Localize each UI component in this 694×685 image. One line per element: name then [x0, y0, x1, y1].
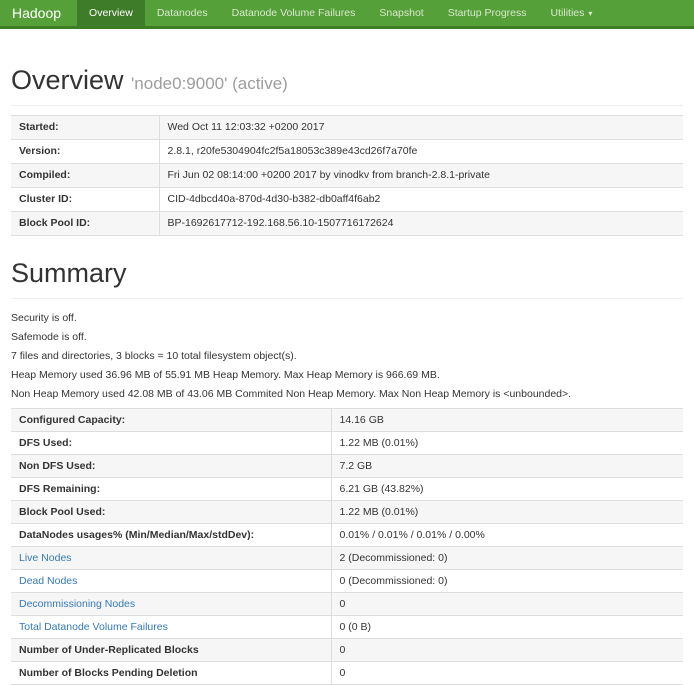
- row-label: Decommissioning Nodes: [11, 593, 331, 616]
- navbar-items: Overview Datanodes Datanode Volume Failure…: [77, 0, 604, 26]
- overview-heading: Overview 'node0:9000' (active): [11, 65, 683, 96]
- navbar-brand[interactable]: Hadoop: [0, 0, 77, 26]
- row-label: Compiled:: [11, 164, 159, 188]
- summary-table: Configured Capacity:14.16 GBDFS Used:1.2…: [11, 408, 683, 685]
- divider: [11, 105, 683, 106]
- table-row: Block Pool Used:1.22 MB (0.01%): [11, 501, 683, 524]
- tab-datanode-volume-failures[interactable]: Datanode Volume Failures: [220, 0, 368, 26]
- row-label: Version:: [11, 140, 159, 164]
- table-row: Started:Wed Oct 11 12:03:32 +0200 2017: [11, 116, 683, 140]
- tab-label: Snapshot: [379, 7, 423, 19]
- row-value: 0.01% / 0.01% / 0.01% / 0.00%: [331, 524, 683, 547]
- row-label: Configured Capacity:: [11, 409, 331, 432]
- table-row: DFS Used:1.22 MB (0.01%): [11, 432, 683, 455]
- row-value: 0: [331, 593, 683, 616]
- decommissioning-nodes-link[interactable]: Decommissioning Nodes: [19, 598, 135, 610]
- row-value: 14.16 GB: [331, 409, 683, 432]
- summary-heading: Summary: [11, 258, 683, 289]
- table-row: Compiled:Fri Jun 02 08:14:00 +0200 2017 …: [11, 164, 683, 188]
- main-content: Overview 'node0:9000' (active) Started:W…: [0, 65, 694, 685]
- row-value: 1.22 MB (0.01%): [331, 501, 683, 524]
- row-value: 0: [331, 639, 683, 662]
- table-row: Block Pool ID:BP-1692617712-192.168.56.1…: [11, 212, 683, 236]
- row-label: Number of Blocks Pending Deletion: [11, 662, 331, 685]
- table-row: Configured Capacity:14.16 GB: [11, 409, 683, 432]
- row-value: Fri Jun 02 08:14:00 +0200 2017 by vinodk…: [159, 164, 683, 188]
- row-label: Dead Nodes: [11, 570, 331, 593]
- row-value: 1.22 MB (0.01%): [331, 432, 683, 455]
- row-value: BP-1692617712-192.168.56.10-150771617262…: [159, 212, 683, 236]
- row-value: 7.2 GB: [331, 455, 683, 478]
- navbar: Hadoop Overview Datanodes Datanode Volume …: [0, 0, 694, 29]
- row-label: Number of Under-Replicated Blocks: [11, 639, 331, 662]
- row-label: Block Pool Used:: [11, 501, 331, 524]
- table-row: Total Datanode Volume Failures 0 (0 B): [11, 616, 683, 639]
- row-value: 0 (Decommissioned: 0): [331, 570, 683, 593]
- summary-note: Heap Memory used 36.96 MB of 55.91 MB He…: [11, 370, 683, 381]
- row-label: Live Nodes: [11, 547, 331, 570]
- namenode-address: 'node0:9000' (active): [131, 74, 288, 93]
- row-label: DFS Remaining:: [11, 478, 331, 501]
- table-row: Dead Nodes 0 (Decommissioned: 0): [11, 570, 683, 593]
- tab-utilities[interactable]: Utilities▾: [539, 0, 605, 26]
- row-value: 2.8.1, r20fe5304904fc2f5a18053c389e43cd2…: [159, 140, 683, 164]
- summary-notes: Security is off. Safemode is off. 7 files …: [11, 313, 683, 400]
- tab-datanodes[interactable]: Datanodes: [145, 0, 220, 26]
- summary-note: Safemode is off.: [11, 332, 683, 343]
- row-label: DataNodes usages% (Min/Median/Max/stdDev…: [11, 524, 331, 547]
- summary-note: 7 files and directories, 3 blocks = 10 t…: [11, 351, 683, 362]
- row-label: Total Datanode Volume Failures: [11, 616, 331, 639]
- overview-table: Started:Wed Oct 11 12:03:32 +0200 2017Ve…: [11, 115, 683, 236]
- dead-nodes-link[interactable]: Dead Nodes: [19, 575, 77, 587]
- row-value: 6.21 GB (43.82%): [331, 478, 683, 501]
- chevron-down-icon: ▾: [588, 9, 592, 18]
- row-value: 0: [331, 662, 683, 685]
- divider: [11, 298, 683, 299]
- row-value: CID-4dbcd40a-870d-4d30-b382-db0aff4f6ab2: [159, 188, 683, 212]
- row-label: Non DFS Used:: [11, 455, 331, 478]
- row-value: 0 (0 B): [331, 616, 683, 639]
- page-title: Overview: [11, 65, 124, 95]
- table-row: Version:2.8.1, r20fe5304904fc2f5a18053c3…: [11, 140, 683, 164]
- table-row: Non DFS Used:7.2 GB: [11, 455, 683, 478]
- table-row: Live Nodes 2 (Decommissioned: 0): [11, 547, 683, 570]
- tab-label: Datanode Volume Failures: [232, 7, 356, 19]
- table-row: Number of Under-Replicated Blocks0: [11, 639, 683, 662]
- tab-label: Startup Progress: [448, 7, 527, 19]
- summary-note: Non Heap Memory used 42.08 MB of 43.06 M…: [11, 389, 683, 400]
- total-datanode-volume-failures-link[interactable]: Total Datanode Volume Failures: [19, 621, 168, 633]
- table-row: DataNodes usages% (Min/Median/Max/stdDev…: [11, 524, 683, 547]
- tab-label: Datanodes: [157, 7, 208, 19]
- tab-snapshot[interactable]: Snapshot: [367, 0, 435, 26]
- tab-overview[interactable]: Overview: [77, 0, 145, 26]
- row-label: Cluster ID:: [11, 188, 159, 212]
- tab-startup-progress[interactable]: Startup Progress: [436, 0, 539, 26]
- tab-label: Overview: [89, 7, 133, 19]
- table-row: Decommissioning Nodes 0: [11, 593, 683, 616]
- summary-note: Security is off.: [11, 313, 683, 324]
- row-value: Wed Oct 11 12:03:32 +0200 2017: [159, 116, 683, 140]
- row-label: Block Pool ID:: [11, 212, 159, 236]
- row-label: Started:: [11, 116, 159, 140]
- tab-label: Utilities: [551, 7, 585, 19]
- row-label: DFS Used:: [11, 432, 331, 455]
- live-nodes-link[interactable]: Live Nodes: [19, 552, 72, 564]
- table-row: Number of Blocks Pending Deletion0: [11, 662, 683, 685]
- row-value: 2 (Decommissioned: 0): [331, 547, 683, 570]
- table-row: DFS Remaining:6.21 GB (43.82%): [11, 478, 683, 501]
- table-row: Cluster ID:CID-4dbcd40a-870d-4d30-b382-d…: [11, 188, 683, 212]
